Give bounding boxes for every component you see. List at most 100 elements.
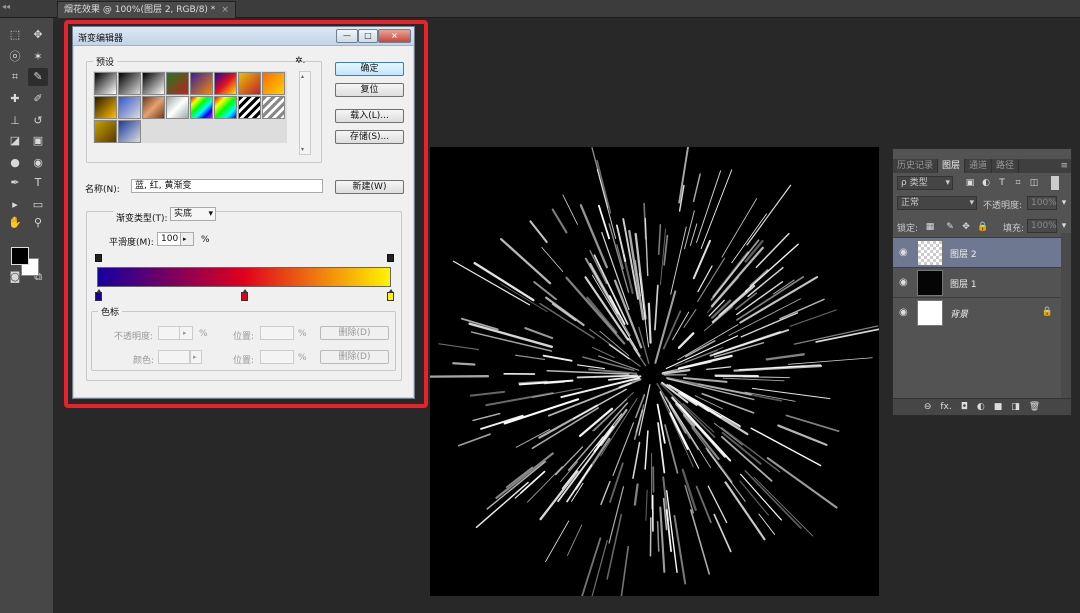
layer-row-layer1[interactable]: ◉ 图层 1 — [893, 267, 1061, 297]
history-brush-tool-icon[interactable]: ↺ — [28, 112, 48, 130]
layers-footer: ⊖ fx. ◘ ◐ ■ ◨ 🗑 — [893, 398, 1071, 415]
panel-menu-icon[interactable]: ≡ — [1060, 159, 1071, 173]
fx-icon[interactable]: fx. — [940, 402, 951, 412]
brush-tool-icon[interactable]: ✐ — [28, 90, 48, 108]
document-canvas[interactable] — [430, 147, 879, 596]
firework-streak — [457, 433, 491, 447]
firework-streak — [779, 298, 825, 320]
gradient-tool-icon[interactable]: ▣ — [28, 132, 48, 150]
hand-tool-icon[interactable]: ✋ — [5, 214, 25, 232]
firework-streak — [480, 414, 524, 430]
close-tab-icon[interactable]: × — [221, 5, 229, 15]
firework-streak — [788, 357, 873, 365]
filter-smart-object-icon[interactable]: ◫ — [1029, 178, 1039, 188]
link-layers-icon[interactable]: ⊖ — [924, 402, 932, 412]
blend-mode-select[interactable]: 正常 ▾ — [897, 196, 977, 210]
layer-row-layer2[interactable]: ◉ 图层 2 — [893, 237, 1061, 267]
layer-thumbnail — [917, 240, 943, 266]
firework-streak — [690, 509, 711, 575]
pen-tool-icon[interactable]: ✒ — [5, 174, 25, 192]
firework-streak — [733, 364, 823, 372]
dodge-tool-icon[interactable]: ◉ — [28, 154, 48, 172]
firework-streak — [505, 466, 534, 488]
firework-streak — [713, 513, 732, 553]
eyedropper-tool-icon[interactable]: ✎ — [28, 68, 48, 86]
document-tab[interactable]: 烟花效果 @ 100%(图层 2, RGB/8) * × — [57, 1, 236, 18]
collapse-toolbox-icon[interactable]: ◂◂ — [2, 2, 10, 11]
lock-pixels-icon[interactable]: ✎ — [945, 222, 955, 232]
firework-streak — [452, 362, 476, 366]
tab-channels[interactable]: 通道 — [965, 159, 993, 173]
fill-label: 填充: — [1003, 224, 1025, 234]
fill-arrow-icon[interactable]: ▾ — [1059, 221, 1069, 231]
filter-type-icon[interactable]: T — [997, 178, 1007, 188]
firework-streak — [724, 481, 766, 541]
marquee-tool-icon[interactable]: ⬚ — [5, 26, 25, 44]
firework-streak — [620, 545, 630, 596]
firework-streak — [815, 328, 879, 343]
firework-streak — [592, 346, 615, 359]
filter-adjustment-icon[interactable]: ◐ — [981, 178, 991, 188]
magic-wand-tool-icon[interactable]: ✶ — [28, 48, 48, 66]
firework-streak — [664, 424, 679, 474]
tab-layers[interactable]: 图层 — [938, 159, 966, 173]
layer-filter-select[interactable]: ρ 类型 ▾ — [897, 176, 953, 190]
opacity-arrow-icon[interactable]: ▾ — [1059, 198, 1069, 208]
firework-streak — [654, 284, 659, 331]
filter-toggle-icon[interactable] — [1051, 176, 1059, 190]
firework-streak — [633, 483, 639, 506]
firework-streak — [645, 489, 648, 521]
firework-streak — [499, 238, 552, 285]
firework-streak — [765, 353, 805, 361]
firework-streak — [672, 311, 690, 341]
fill-field[interactable]: 100% — [1027, 219, 1057, 233]
firework-streak — [706, 366, 732, 370]
adjustment-layer-icon[interactable]: ◐ — [977, 402, 985, 412]
eraser-tool-icon[interactable]: ◪ — [5, 132, 25, 150]
firework-streak — [695, 485, 712, 524]
lock-transparent-icon[interactable]: ▦ — [925, 222, 935, 232]
tab-history[interactable]: 历史记录 — [893, 159, 939, 173]
lock-all-icon[interactable]: 🔒 — [977, 222, 988, 232]
path-select-tool-icon[interactable]: ▸ — [5, 196, 25, 214]
opacity-field[interactable]: 100% — [1027, 196, 1057, 210]
tab-paths[interactable]: 路径 — [992, 159, 1020, 173]
new-layer-icon[interactable]: ◨ — [1011, 402, 1020, 412]
filter-shape-icon[interactable]: ⌗ — [1013, 178, 1023, 188]
firework-streak — [722, 377, 785, 382]
eye-icon[interactable]: ◉ — [899, 247, 908, 258]
firework-streak — [720, 426, 781, 473]
filter-pixel-icon[interactable]: ▣ — [965, 178, 975, 188]
firework-streak — [597, 204, 611, 240]
delete-layer-icon[interactable]: 🗑 — [1029, 402, 1040, 412]
blur-tool-icon[interactable]: ● — [5, 154, 25, 172]
layers-scrollbar[interactable] — [1061, 233, 1071, 398]
layer-row-background[interactable]: ◉ 背景 🔒 — [893, 297, 1061, 327]
crop-tool-icon[interactable]: ⌗ — [5, 68, 25, 86]
firework-streak — [486, 461, 546, 510]
firework-streak — [692, 173, 701, 203]
type-tool-icon[interactable]: T — [28, 174, 48, 192]
foreground-color-swatch[interactable] — [11, 247, 29, 265]
zoom-tool-icon[interactable]: ⚲ — [28, 214, 48, 232]
layer-thumbnail — [917, 300, 943, 326]
eye-icon[interactable]: ◉ — [899, 277, 908, 288]
eye-icon[interactable]: ◉ — [899, 307, 908, 318]
lock-icon: 🔒 — [1041, 307, 1053, 317]
move-tool-icon[interactable]: ✥ — [28, 26, 48, 44]
new-group-icon[interactable]: ■ — [994, 402, 1003, 412]
firework-streak — [524, 327, 554, 340]
firework-streak — [707, 485, 728, 524]
shape-tool-icon[interactable]: ▭ — [28, 196, 48, 214]
opacity-label: 不透明度: — [983, 201, 1023, 211]
lasso-tool-icon[interactable]: ⓞ — [5, 48, 25, 66]
healing-brush-tool-icon[interactable]: ✚ — [5, 90, 25, 108]
firework-streak — [612, 422, 635, 477]
firework-streak — [647, 302, 652, 344]
firework-streak — [656, 521, 660, 552]
firework-streak — [452, 260, 531, 306]
firework-streak — [566, 524, 583, 556]
clone-stamp-tool-icon[interactable]: ⊥ — [5, 112, 25, 130]
lock-position-icon[interactable]: ✥ — [961, 222, 971, 232]
add-mask-icon[interactable]: ◘ — [961, 402, 968, 412]
